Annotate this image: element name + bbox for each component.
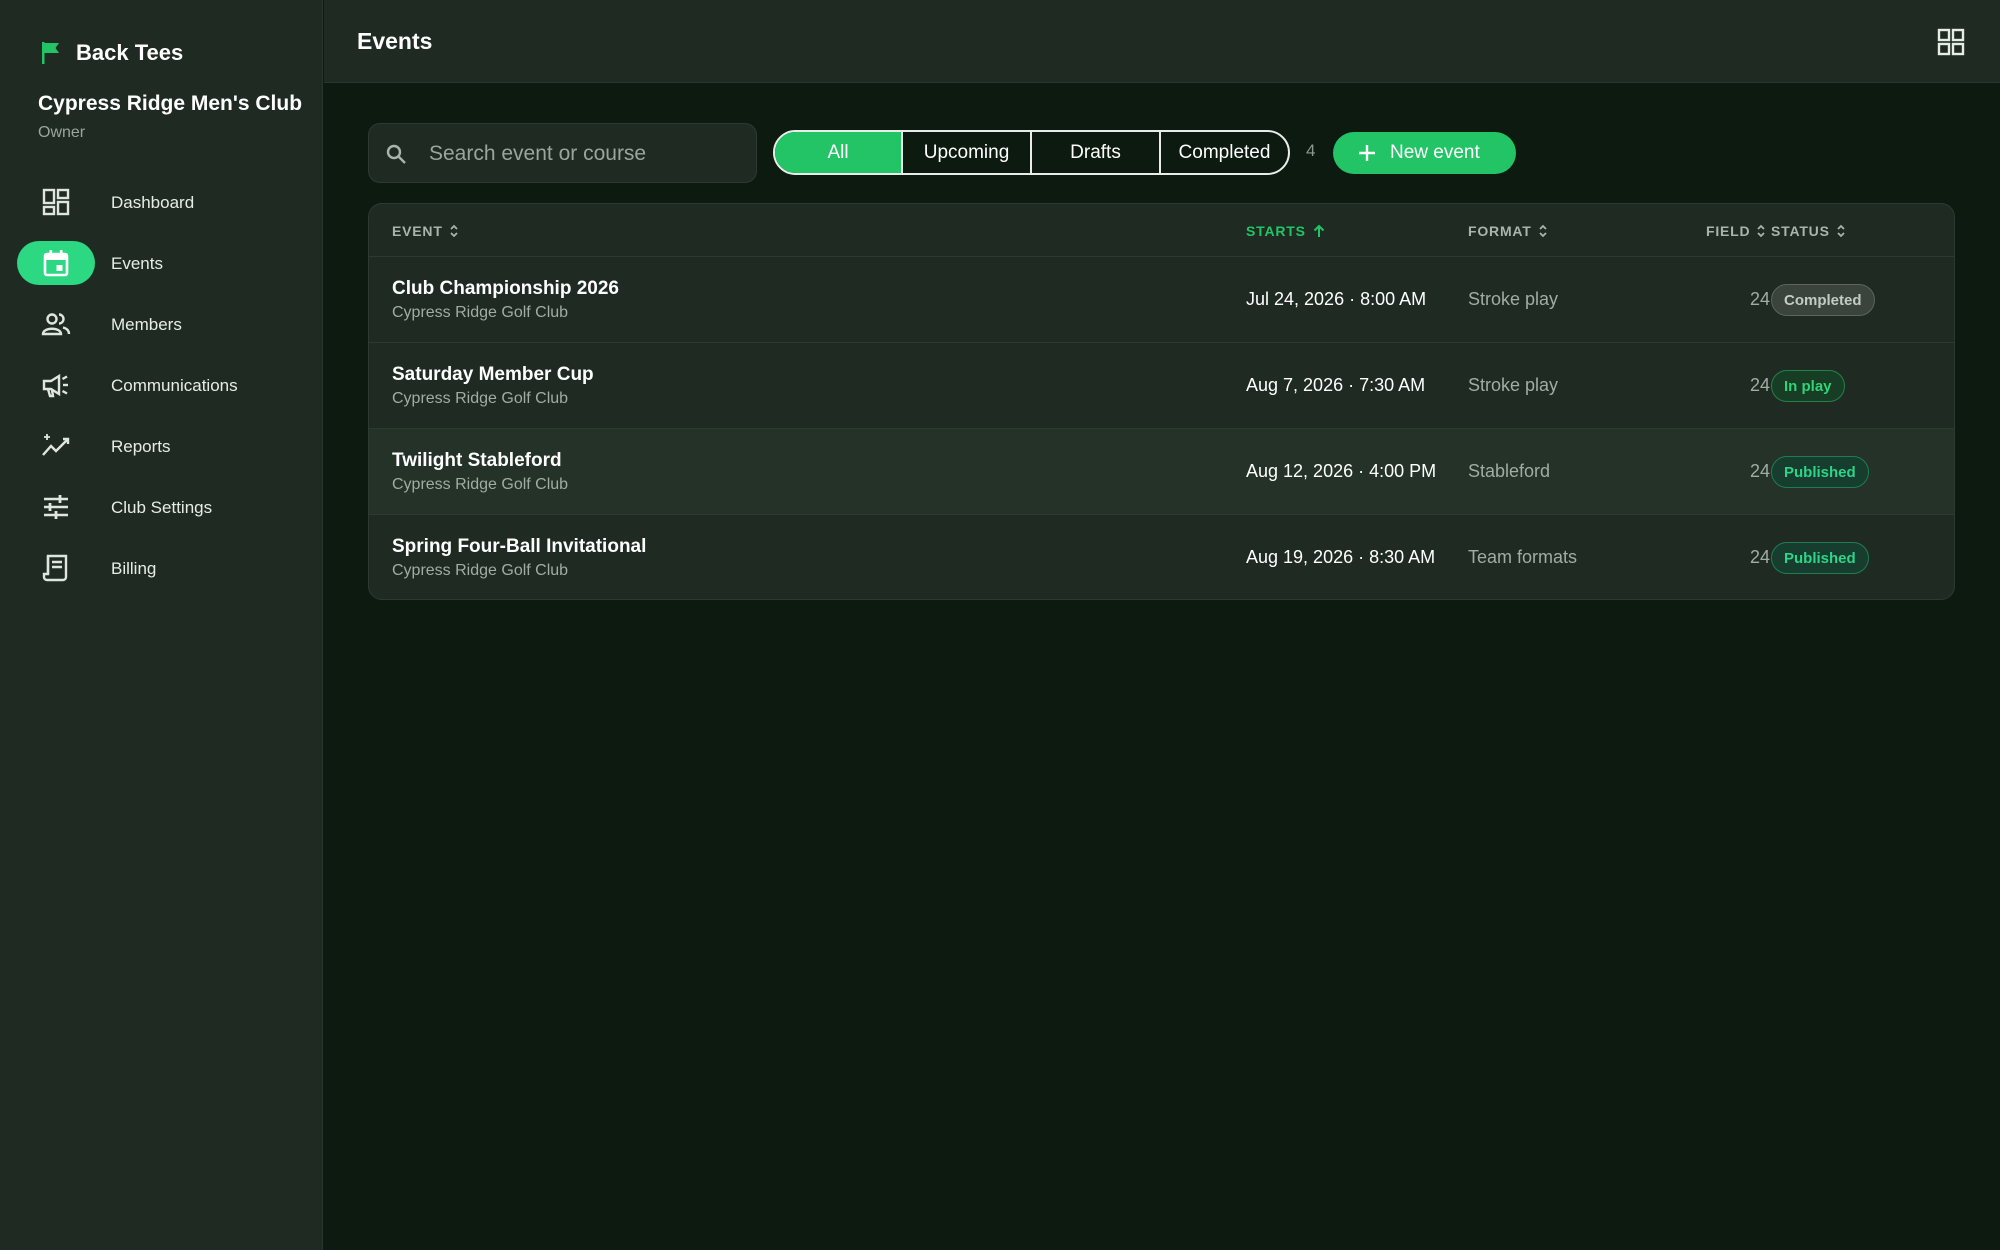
club-role: Owner <box>38 124 86 141</box>
sidebar-item-reports[interactable]: Reports <box>0 416 323 477</box>
new-event-label: New event <box>1390 142 1480 163</box>
table-header: EVENT STARTS FORMAT FIELD STATUS <box>369 204 1954 257</box>
column-label: EVENT <box>392 223 443 239</box>
filter-all[interactable]: All <box>775 132 903 173</box>
table-row[interactable]: Twilight Stableford Cypress Ridge Golf C… <box>369 429 1954 515</box>
sliders-icon <box>44 495 68 519</box>
event-field-size: 24 <box>1750 375 1771 395</box>
sidebar-item-label: Events <box>111 253 163 273</box>
event-course: Cypress Ridge Golf Club <box>392 304 569 321</box>
sidebar-item-label: Dashboard <box>111 192 195 212</box>
top-bar: Events <box>324 0 2000 83</box>
event-start: Jul 24, 2026 · 8:00 AM <box>1246 289 1427 309</box>
receipt-icon <box>42 554 68 582</box>
column-label: FORMAT <box>1468 223 1532 239</box>
column-header-format[interactable]: FORMAT <box>1468 223 1548 239</box>
status-badge: In play <box>1771 370 1845 402</box>
sort-icon <box>1757 224 1766 238</box>
event-format: Team formats <box>1468 547 1578 567</box>
event-course: Cypress Ridge Golf Club <box>392 390 569 407</box>
sort-ascending-icon <box>1313 224 1324 237</box>
event-course: Cypress Ridge Golf Club <box>392 476 569 493</box>
event-start: Aug 12, 2026 · 4:00 PM <box>1246 461 1437 481</box>
sidebar-item-label: Billing <box>111 558 157 578</box>
column-header-field[interactable]: FIELD <box>1706 223 1766 239</box>
sidebar-item-members[interactable]: Members <box>0 294 323 355</box>
column-header-starts[interactable]: STARTS <box>1246 223 1326 239</box>
sidebar-item-events[interactable]: Events <box>0 233 323 294</box>
sidebar-item-label: Club Settings <box>111 497 213 517</box>
plus-icon <box>1359 145 1375 161</box>
table-row[interactable]: Club Championship 2026 Cypress Ridge Gol… <box>369 257 1954 343</box>
event-start: Aug 19, 2026 · 8:30 AM <box>1246 547 1436 567</box>
event-format: Stroke play <box>1468 289 1559 309</box>
dashboard-icon <box>42 188 70 216</box>
sidebar-item-billing[interactable]: Billing <box>0 538 323 599</box>
event-field-size: 24 <box>1750 461 1771 481</box>
sort-icon <box>450 224 458 238</box>
calendar-icon <box>43 250 69 277</box>
column-header-event[interactable]: EVENT <box>392 223 459 239</box>
megaphone-icon <box>42 373 68 398</box>
flag-icon <box>42 42 59 64</box>
sidebar-item-club-settings[interactable]: Club Settings <box>0 477 323 538</box>
sidebar-item-dashboard[interactable]: Dashboard <box>0 172 323 233</box>
column-label: STARTS <box>1246 223 1306 239</box>
sidebar-nav: Dashboard Events Members Communications … <box>0 172 323 599</box>
event-format: Stroke play <box>1468 375 1559 395</box>
people-icon <box>41 313 71 336</box>
sort-icon <box>1539 224 1547 238</box>
table-row[interactable]: Spring Four-Ball Invitational Cypress Ri… <box>369 515 1954 599</box>
new-event-button[interactable]: New event <box>1333 132 1516 174</box>
status-filter-group: All Upcoming Drafts Completed <box>773 130 1290 175</box>
filter-completed[interactable]: Completed <box>1161 132 1288 173</box>
result-count: 4 <box>1306 141 1316 160</box>
search-icon <box>386 144 406 164</box>
app-name: Back Tees <box>76 40 184 65</box>
event-start: Aug 7, 2026 · 7:30 AM <box>1246 375 1426 395</box>
status-badge: Published <box>1771 542 1869 574</box>
event-name: Saturday Member Cup <box>392 364 594 385</box>
search-box <box>368 123 757 183</box>
search-input[interactable] <box>429 136 739 172</box>
event-course: Cypress Ridge Golf Club <box>392 562 569 579</box>
sidebar-item-label: Reports <box>111 436 171 456</box>
table-row[interactable]: Saturday Member Cup Cypress Ridge Golf C… <box>369 343 1954 429</box>
event-name: Twilight Stableford <box>392 450 562 471</box>
event-format: Stableford <box>1468 461 1551 481</box>
filter-drafts[interactable]: Drafts <box>1032 132 1161 173</box>
page-title: Events <box>357 28 433 54</box>
column-label: FIELD <box>1706 223 1751 239</box>
sidebar-item-label: Communications <box>111 375 238 395</box>
event-name: Spring Four-Ball Invitational <box>392 536 647 557</box>
sidebar-item-communications[interactable]: Communications <box>0 355 323 416</box>
trend-icon <box>42 434 70 456</box>
brand[interactable]: Back Tees <box>40 40 183 66</box>
event-field-size: 24 <box>1750 289 1771 309</box>
filter-upcoming[interactable]: Upcoming <box>903 132 1032 173</box>
sidebar-item-label: Members <box>111 314 182 334</box>
events-table: EVENT STARTS FORMAT FIELD STATUS Club Ch… <box>368 203 1955 600</box>
column-label: STATUS <box>1771 223 1830 239</box>
event-field-size: 24 <box>1750 547 1771 567</box>
column-header-status[interactable]: STATUS <box>1771 223 1846 239</box>
status-badge: Published <box>1771 456 1869 488</box>
sidebar: Back Tees Cypress Ridge Men's Club Owner… <box>0 0 323 1250</box>
sort-icon <box>1837 224 1845 238</box>
grid-view-icon[interactable] <box>1936 27 1966 57</box>
status-badge: Completed <box>1771 284 1875 316</box>
club-name: Cypress Ridge Men's Club <box>38 92 303 115</box>
event-name: Club Championship 2026 <box>392 278 619 299</box>
